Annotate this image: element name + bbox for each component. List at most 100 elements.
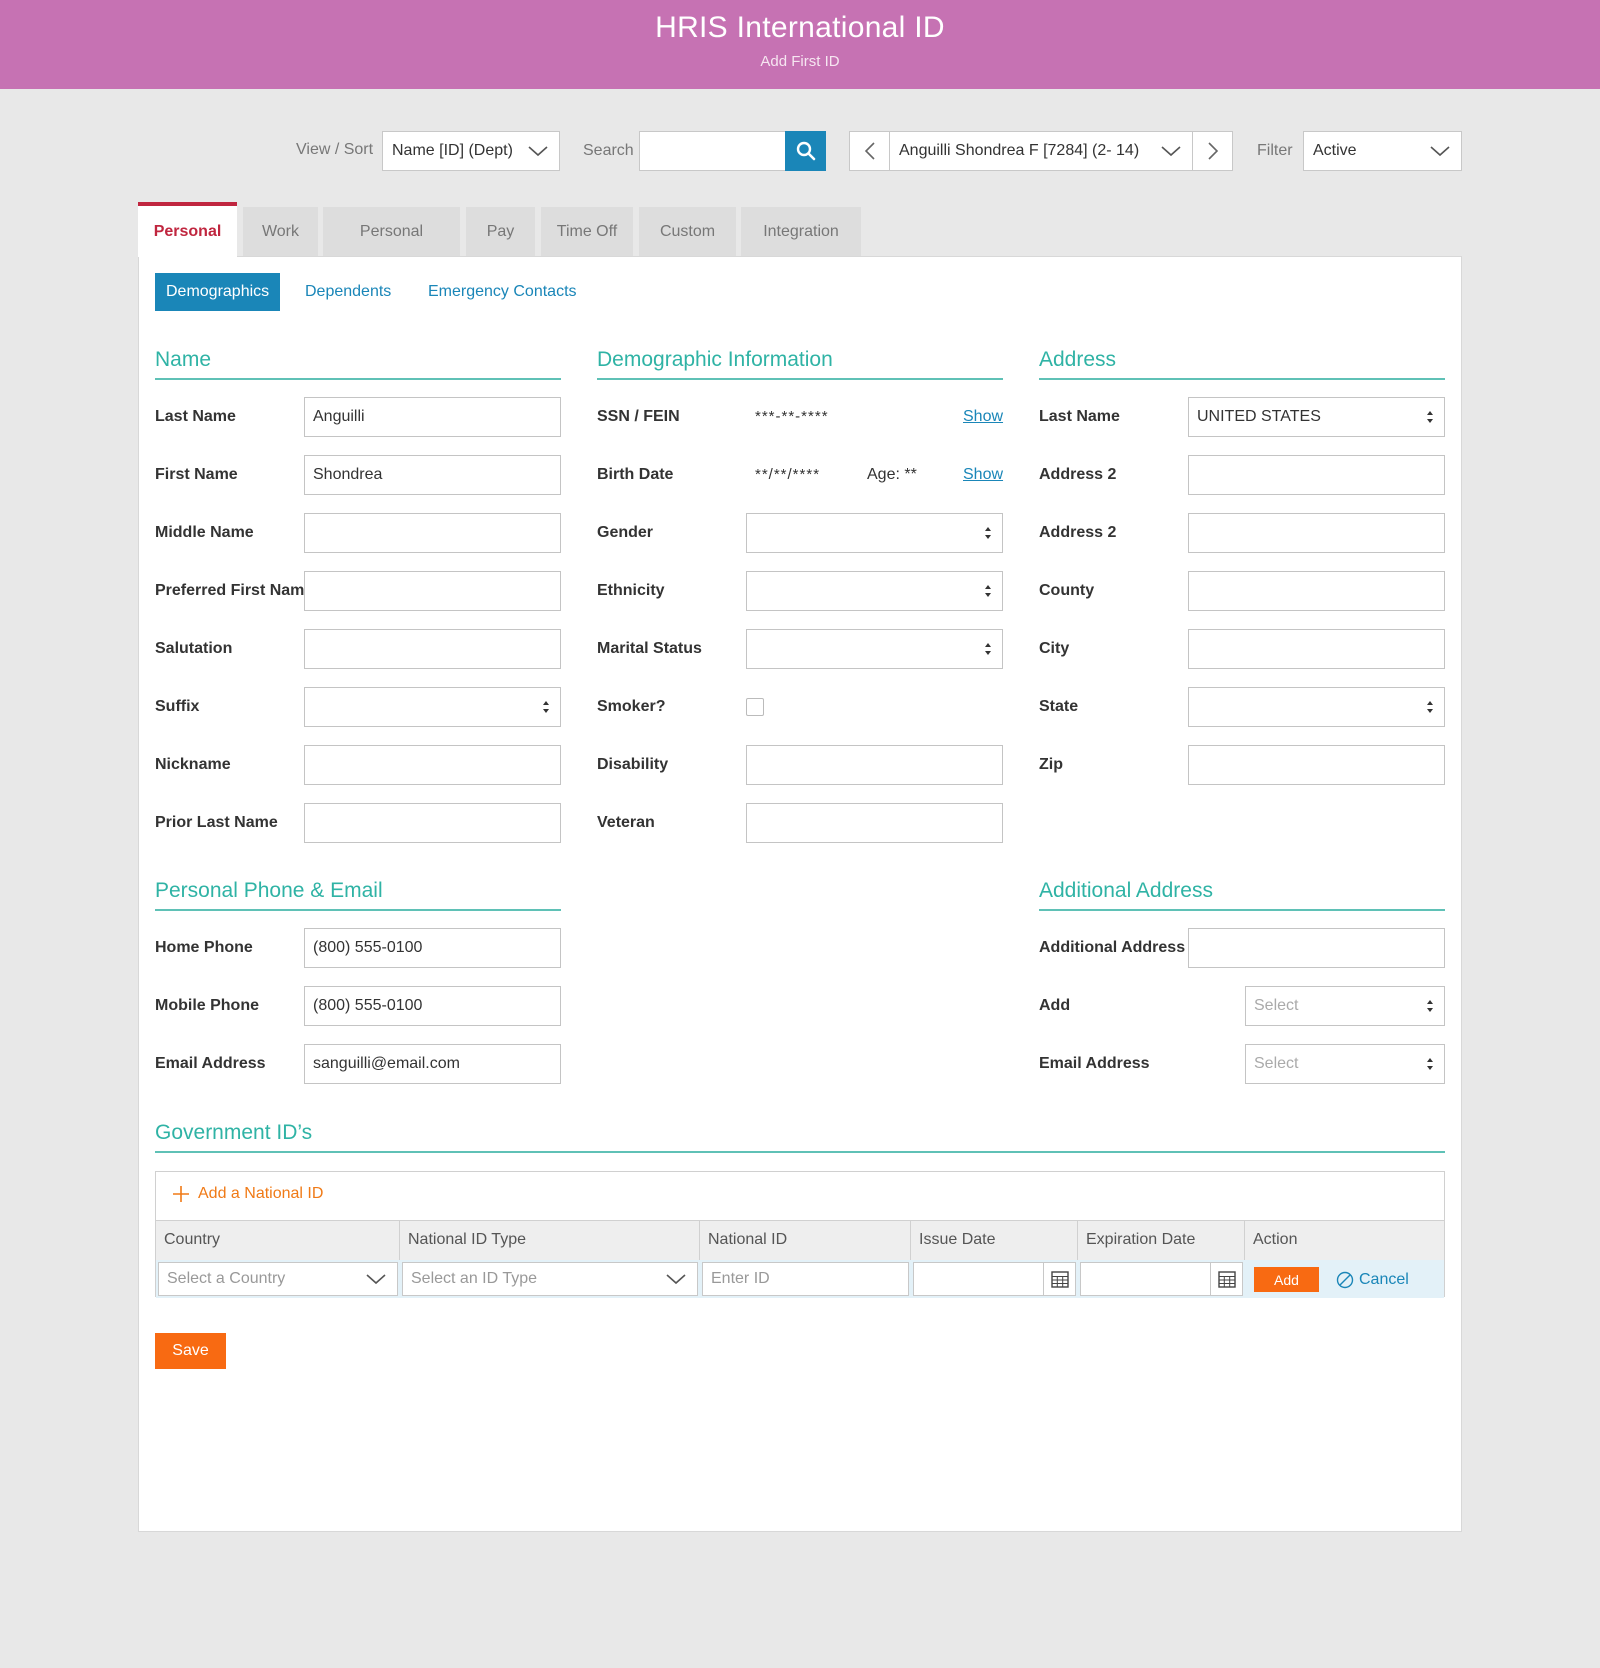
tab-personal-2[interactable]: Personal (323, 207, 460, 256)
middle-name-input[interactable] (304, 513, 561, 553)
search-button[interactable] (785, 131, 826, 171)
field-label: Mobile Phone (155, 997, 259, 1014)
smoker-checkbox[interactable] (746, 698, 764, 716)
email-address-select[interactable]: Select (1245, 1044, 1445, 1084)
country-select-cell[interactable]: Select a Country (158, 1262, 398, 1296)
tab-integration[interactable]: Integration (741, 207, 861, 256)
city-input[interactable] (1188, 629, 1445, 669)
additional-address-input[interactable] (1188, 928, 1445, 968)
suffix-select[interactable] (304, 687, 561, 727)
employee-select[interactable]: Anguilli Shondrea F [7284] (2- 14) (889, 131, 1193, 171)
save-button[interactable]: Save (155, 1333, 226, 1369)
birth-date-show-link[interactable]: Show (963, 466, 1003, 484)
field-label: Last Name (155, 408, 236, 425)
field-label: Last Name (1039, 408, 1120, 425)
national-id-input[interactable]: Enter ID (702, 1262, 909, 1296)
subtab-emergency-contacts[interactable]: Emergency Contacts (428, 273, 577, 311)
section-title-government-ids: Government ID’s (155, 1121, 313, 1144)
expiration-date-calendar-button[interactable] (1210, 1262, 1242, 1296)
updown-icon (984, 525, 992, 541)
chevron-down-icon (665, 1272, 687, 1286)
nickname-input[interactable] (304, 745, 561, 785)
tab-personal[interactable]: Personal (138, 202, 237, 257)
ethnicity-select[interactable] (746, 571, 1003, 611)
chevron-down-icon (527, 144, 549, 158)
disability-input[interactable] (746, 745, 1003, 785)
add-row-button[interactable]: Add (1254, 1267, 1319, 1292)
field-label: Address 2 (1039, 524, 1117, 541)
last-name-input[interactable]: Anguilli (304, 397, 561, 437)
email-input[interactable]: sanguilli@email.com (304, 1044, 561, 1084)
section-rule (155, 1151, 1445, 1153)
address-2-input[interactable] (1188, 513, 1445, 553)
field-label: Add (1039, 997, 1071, 1014)
field-label: First Name (155, 466, 238, 483)
view-sort-select[interactable]: Name [ID] (Dept) (382, 131, 560, 171)
marital-status-label: Marital Status (597, 640, 702, 657)
next-employee-button[interactable] (1192, 131, 1233, 171)
filter-value: Active (1313, 142, 1357, 159)
tab-pay[interactable]: Pay (466, 207, 535, 256)
ssn-show-link[interactable]: Show (963, 408, 1003, 426)
search-icon (796, 141, 816, 161)
veteran-input[interactable] (746, 803, 1003, 843)
section-title-additional-address: Additional Address (1039, 879, 1213, 902)
county-input[interactable] (1188, 571, 1445, 611)
section-rule (597, 378, 1003, 380)
field-label: State (1039, 698, 1079, 715)
add-select-placeholder: Select (1254, 997, 1299, 1014)
chevron-down-icon (1160, 144, 1182, 158)
zip-input[interactable] (1188, 745, 1445, 785)
gender-label: Gender (597, 524, 654, 541)
field-label: City (1039, 640, 1070, 657)
search-input[interactable] (639, 131, 786, 171)
section-title-phone-email: Personal Phone & Email (155, 879, 383, 902)
field-label: Nickname (155, 756, 231, 773)
section-rule (155, 909, 561, 911)
tab-time-off[interactable]: Time Off (541, 207, 633, 256)
id-type-select-cell[interactable]: Select an ID Type (402, 1262, 698, 1296)
search-label: Search (583, 142, 634, 159)
updown-icon (1426, 998, 1434, 1014)
state-select[interactable] (1188, 687, 1445, 727)
app-subtitle: Add First ID (760, 53, 840, 70)
add-national-id-link[interactable]: Add a National ID (172, 1185, 323, 1203)
view-sort-value: Name [ID] (Dept) (392, 142, 513, 159)
marital-status-select[interactable] (746, 629, 1003, 669)
cancel-icon (1336, 1271, 1354, 1289)
column-header: Issue Date (911, 1220, 1078, 1260)
country-value: UNITED STATES (1197, 408, 1321, 425)
subtab-dependents[interactable]: Dependents (305, 273, 391, 311)
column-header: Country (156, 1220, 400, 1260)
ethnicity-label: Ethnicity (597, 582, 665, 599)
filter-select[interactable]: Active (1303, 131, 1462, 171)
salutation-input[interactable] (304, 629, 561, 669)
subtab-demographics[interactable]: Demographics (155, 273, 281, 311)
home-phone-input[interactable]: (800) 555-0100 (304, 928, 561, 968)
column-header: Action (1253, 1231, 1298, 1248)
smoker-label: Smoker? (597, 698, 666, 715)
field-label: Email Address (1039, 1055, 1150, 1072)
preferred-first-name-input[interactable] (304, 571, 561, 611)
mobile-phone-input[interactable]: (800) 555-0100 (304, 986, 561, 1026)
chevron-left-icon (864, 141, 876, 161)
calendar-icon (1217, 1270, 1236, 1288)
address-line-input[interactable] (1188, 455, 1445, 495)
section-title-demographic: Demographic Information (597, 348, 833, 371)
section-rule (155, 378, 561, 380)
add-select[interactable]: Select (1245, 986, 1445, 1026)
prior-last-name-input[interactable] (304, 803, 561, 843)
country-select[interactable]: UNITED STATES (1188, 397, 1445, 437)
field-label: Additional Address (1039, 939, 1186, 956)
section-title-name: Name (155, 348, 212, 371)
section-rule (1039, 909, 1445, 911)
prev-employee-button[interactable] (849, 131, 890, 171)
tab-custom[interactable]: Custom (639, 207, 736, 256)
column-header: National ID (700, 1220, 911, 1260)
cancel-row-button[interactable]: Cancel (1336, 1267, 1409, 1292)
issue-date-calendar-button[interactable] (1043, 1262, 1075, 1296)
first-name-input[interactable]: Shondrea (304, 455, 561, 495)
veteran-label: Veteran (597, 814, 655, 831)
tab-work[interactable]: Work (243, 207, 318, 256)
gender-select[interactable] (746, 513, 1003, 553)
